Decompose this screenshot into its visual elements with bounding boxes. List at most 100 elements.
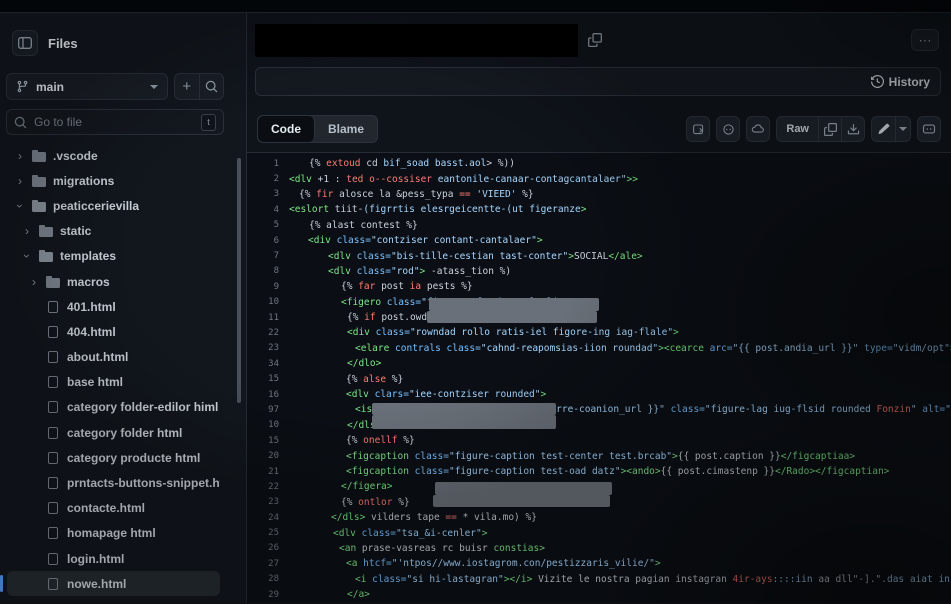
line-number[interactable]: 23 — [249, 343, 279, 353]
line-number[interactable]: 22 — [249, 328, 279, 338]
line-number[interactable]: 20 — [249, 451, 279, 461]
history-button[interactable]: History — [871, 75, 930, 89]
line-number[interactable]: 11 — [249, 313, 279, 323]
tree-item-templates[interactable]: templates — [7, 244, 220, 269]
branch-row: main + — [6, 73, 224, 100]
line-number[interactable]: 34 — [249, 359, 279, 369]
tree-item-peaticcerievilla[interactable]: peaticcerievilla — [7, 193, 220, 218]
tree-item-macros[interactable]: macros — [7, 269, 220, 294]
line-number[interactable]: 7 — [249, 251, 279, 261]
tree-item-migrations[interactable]: migrations — [7, 168, 220, 193]
line-number[interactable]: 3 — [249, 189, 279, 199]
tree-item-our-producte-html[interactable]: our_producte html — [7, 596, 220, 603]
line-number[interactable]: 22 — [249, 482, 279, 492]
tree-item-401-html[interactable]: 401.html — [7, 294, 220, 319]
tab-code[interactable]: Code — [258, 116, 315, 142]
line-number[interactable]: 1 — [249, 159, 279, 169]
line-number[interactable]: 25 — [249, 528, 279, 538]
chevron-right-icon — [22, 225, 32, 237]
line-number[interactable]: 28 — [249, 574, 279, 584]
new-file-button[interactable]: + — [175, 74, 200, 99]
sidebar-scrollbar[interactable] — [237, 158, 241, 403]
copilot-icon — [722, 123, 735, 136]
line-number[interactable]: 6 — [249, 236, 279, 246]
copilot-button[interactable] — [716, 116, 740, 142]
line-number[interactable]: 23 — [249, 497, 279, 507]
code-line: 16<dlv clars="iee-contziser rounded"> — [249, 387, 951, 402]
tree-item-category-folder-html[interactable]: category folder html — [7, 420, 220, 445]
open-symbols-button[interactable] — [686, 116, 710, 142]
code-line-content: {% extoud cd bif_soad basst.aol> %)) — [289, 158, 515, 169]
code-line-content: </dls> vilders tape == * vila.mo) %} — [289, 512, 537, 523]
line-number[interactable]: 4 — [249, 205, 279, 215]
folder-open-icon — [32, 202, 46, 212]
cropped-top-header — [0, 0, 951, 13]
line-number[interactable]: 9 — [249, 282, 279, 292]
tree-item-about-html[interactable]: about.html — [7, 345, 220, 370]
tree-item-base-html[interactable]: base html — [7, 370, 220, 395]
file-icon — [48, 502, 58, 514]
go-to-file-field[interactable]: t — [6, 109, 224, 135]
files-panel-title: Files — [48, 36, 78, 51]
line-number[interactable]: 8 — [249, 266, 279, 276]
folder-icon — [39, 227, 53, 237]
code-line: 20<figcaption class="figure-caption test… — [249, 448, 951, 463]
line-number[interactable]: 16 — [249, 390, 279, 400]
tab-blame[interactable]: Blame — [315, 116, 377, 142]
tree-item-label: migrations — [53, 174, 114, 188]
tree-item-category-producte-html[interactable]: category producte html — [7, 445, 220, 470]
line-number[interactable]: 26 — [249, 543, 279, 553]
tree-item-nowe-html[interactable]: nowe.html — [7, 571, 220, 596]
tree-item--vscode[interactable]: .vscode — [7, 143, 220, 168]
tree-item-category-folder-edilor-himl[interactable]: category folder-edilor himl — [7, 395, 220, 420]
codespaces-button[interactable] — [746, 116, 770, 142]
chevron-right-icon — [15, 175, 25, 187]
line-number[interactable]: 27 — [249, 559, 279, 569]
tree-item-contacte-html[interactable]: contacte.html — [7, 496, 220, 521]
copy-path-button[interactable] — [584, 29, 606, 51]
raw-button[interactable]: Raw — [777, 117, 818, 141]
line-number[interactable]: 10 — [249, 420, 279, 430]
go-to-file-input[interactable] — [34, 115, 194, 129]
tree-item-404-html[interactable]: 404.html — [7, 319, 220, 344]
tree-item-label: static — [60, 224, 91, 238]
code-line-content: {% fir alosce la &pess_typa == 'VIEED' %… — [289, 189, 534, 200]
line-number[interactable]: 24 — [249, 513, 279, 523]
code-line: 9{% far post ia pests %} — [249, 279, 951, 294]
chevron-down-icon — [22, 250, 32, 262]
line-number[interactable]: 15 — [249, 374, 279, 384]
tree-item-prntacts-buttons-snippet-html[interactable]: prntacts-buttons-snippet.html — [7, 470, 220, 495]
line-number[interactable]: 5 — [249, 220, 279, 230]
line-number[interactable]: 15 — [249, 436, 279, 446]
redacted-region — [427, 311, 597, 323]
download-raw-button[interactable] — [841, 117, 864, 141]
edit-file-button[interactable] — [872, 117, 895, 141]
line-number[interactable]: 97 — [249, 405, 279, 415]
tree-item-login-html[interactable]: login.html — [7, 546, 220, 571]
copy-icon — [588, 33, 602, 47]
tree-item-homapage-html[interactable]: homapage html — [7, 521, 220, 546]
file-icon — [48, 527, 58, 539]
search-tree-button[interactable] — [200, 74, 224, 99]
code-line-content: <eslort tiit-(figrrtis elesrgeicentte-(u… — [289, 204, 586, 215]
branch-selector[interactable]: main — [6, 73, 168, 100]
code-line-content: <div class="contziser contant-cantalaer"… — [289, 235, 543, 246]
code-line: 10<figero class="figura col-nd-I n.l ali… — [249, 295, 951, 310]
code-line: 23{% ontlor %} — [249, 495, 951, 510]
edit-actions-group — [871, 116, 911, 142]
folder-icon — [32, 177, 46, 187]
symbols-panel-button[interactable] — [917, 116, 941, 142]
line-number[interactable]: 10 — [249, 297, 279, 307]
line-number[interactable]: 21 — [249, 467, 279, 477]
line-number[interactable]: 29 — [249, 590, 279, 600]
line-number[interactable]: 2 — [249, 174, 279, 184]
file-icon — [48, 351, 58, 363]
tree-item-static[interactable]: static — [7, 219, 220, 244]
file-icon — [48, 427, 58, 439]
collapse-sidebar-button[interactable] — [12, 30, 38, 56]
code-line: 22<div class="rowndad rollo ratis-iel fi… — [249, 325, 951, 340]
file-icon — [48, 401, 58, 413]
more-options-button[interactable]: ⋯ — [911, 29, 939, 51]
edit-dropdown-button[interactable] — [895, 117, 910, 141]
copy-raw-button[interactable] — [818, 117, 841, 141]
